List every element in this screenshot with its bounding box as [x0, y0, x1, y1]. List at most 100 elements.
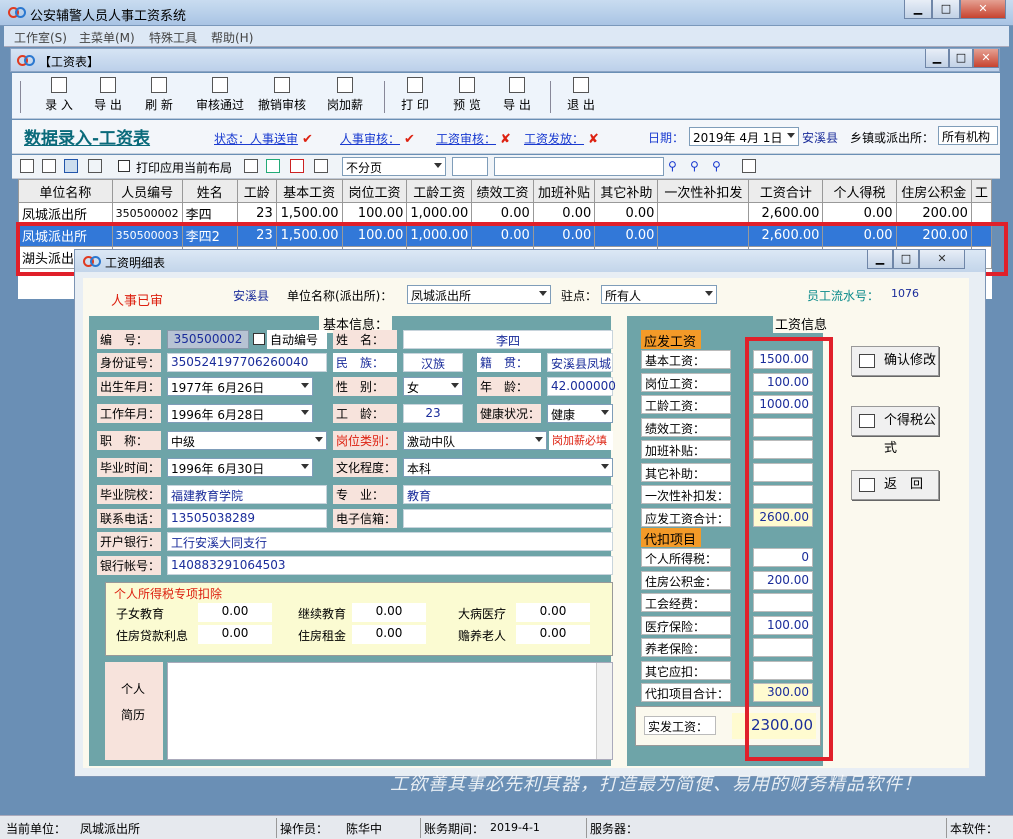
tools-icon[interactable]	[88, 159, 102, 173]
col-seniority-wage[interactable]: 工龄工资	[406, 179, 473, 203]
excel-icon[interactable]	[266, 159, 280, 173]
print-icon[interactable]	[20, 159, 34, 173]
birth-date-picker[interactable]: 1977年 6月26日	[167, 377, 313, 396]
email-field[interactable]	[403, 509, 613, 528]
tax-child-edu-field[interactable]: 0.00	[198, 603, 272, 622]
confirm-edit-button[interactable]: 确认修改	[851, 346, 939, 376]
pay-label: 岗位工资：	[641, 372, 731, 392]
date-picker[interactable]: 2019年 4月 1日	[689, 127, 799, 146]
print-layout-checkbox[interactable]	[118, 160, 130, 172]
mail-icon[interactable]	[314, 159, 328, 173]
major-field[interactable]: 教育	[403, 485, 613, 504]
town-label: 乡镇或派出所：	[850, 131, 935, 145]
resume-scrollbar[interactable]	[596, 663, 612, 759]
menu-workroom[interactable]: 工作室(S)	[14, 29, 67, 46]
col-id[interactable]: 人员编号	[111, 179, 183, 203]
name-field[interactable]: 李四	[403, 330, 613, 349]
col-total[interactable]: 工资合计	[748, 179, 824, 203]
col-housing[interactable]: 住房公积金	[895, 179, 972, 203]
child-minimize-button[interactable]: ▁	[925, 49, 949, 68]
tax-formula-button[interactable]: 个得税公式	[851, 406, 939, 456]
post-raise-button[interactable]: 岗加薪	[320, 77, 370, 113]
preview-icon[interactable]	[42, 159, 56, 173]
export-button-2[interactable]: 导 出	[494, 77, 540, 113]
dialog-minimize-button[interactable]: ▁	[867, 250, 893, 269]
child-maximize-button[interactable]: □	[949, 49, 973, 68]
bank-field[interactable]: 工行安溪大同支行	[167, 532, 613, 551]
col-post[interactable]: 岗位工资	[341, 179, 408, 203]
col-unit[interactable]: 单位名称	[18, 179, 113, 203]
status-unit: 凤城派出所	[80, 822, 141, 836]
child-close-button[interactable]: ✕	[973, 49, 999, 68]
refresh-button[interactable]: 刷 新	[136, 77, 182, 113]
title-select[interactable]: 中级	[167, 431, 327, 450]
search-input[interactable]	[494, 157, 664, 176]
resume-textarea[interactable]	[167, 662, 613, 760]
pay-section-title: 应发工资	[641, 330, 701, 350]
pdf-icon[interactable]	[290, 159, 304, 173]
maximize-button[interactable]: □	[932, 0, 960, 19]
col-basic[interactable]: 基本工资	[275, 179, 343, 203]
preview-button[interactable]: 预 览	[444, 77, 490, 113]
school-field[interactable]: 福建教育学院	[167, 485, 327, 504]
page-number-input[interactable]	[452, 157, 488, 176]
tax-illness-field[interactable]: 0.00	[516, 603, 590, 622]
minimize-button[interactable]: ▁	[904, 0, 932, 19]
account-field[interactable]: 140883291064503	[167, 556, 613, 575]
book-icon[interactable]	[64, 159, 78, 173]
status-wage-pay[interactable]: 工资发放： ✘	[524, 130, 603, 147]
status-hr-submit[interactable]: 状态：人事送审 ✔	[214, 130, 317, 147]
tax-elderly-label: 赡养老人	[458, 629, 507, 643]
ethnic-field[interactable]: 汉族	[403, 353, 463, 372]
auto-id-checkbox[interactable]	[253, 333, 265, 345]
unit-select[interactable]: 凤城派出所	[407, 285, 551, 304]
col-name[interactable]: 姓名	[181, 179, 238, 203]
menu-tools[interactable]: 特殊工具	[149, 29, 197, 46]
menu-main[interactable]: 主菜单(M)	[79, 29, 135, 46]
export-icon[interactable]	[244, 159, 258, 173]
dialog-maximize-button[interactable]: □	[893, 250, 919, 269]
native-field[interactable]: 安溪县凤城	[547, 353, 613, 372]
col-performance[interactable]: 绩效工资	[471, 179, 534, 203]
post-select[interactable]: 激动中队	[403, 431, 547, 450]
phone-field[interactable]: 13505038289	[167, 509, 327, 528]
export-button[interactable]: 导 出	[85, 77, 131, 113]
col-onetime[interactable]: 一次性补扣发	[657, 179, 750, 203]
close-button[interactable]: ✕	[960, 0, 1006, 19]
col-more[interactable]: 工	[970, 179, 992, 203]
tax-rent-field[interactable]: 0.00	[352, 625, 426, 644]
col-tax[interactable]: 个人得税	[822, 179, 897, 203]
idcard-field[interactable]: 350524197706260040	[167, 353, 327, 372]
tax-loan-field[interactable]: 0.00	[198, 625, 272, 644]
grid-settings-icon[interactable]	[742, 159, 756, 173]
status-wage-review[interactable]: 工资审核： ✘	[436, 130, 515, 147]
col-seniority[interactable]: 工龄	[236, 179, 277, 203]
tax-elderly-field[interactable]: 0.00	[516, 625, 590, 644]
return-button[interactable]: 返 回	[851, 470, 939, 500]
station-select[interactable]: 所有人	[601, 285, 717, 304]
age-field[interactable]: 42.000000	[547, 377, 616, 396]
town-select[interactable]: 所有机构	[938, 126, 998, 145]
tax-cont-edu-field[interactable]: 0.00	[352, 603, 426, 622]
find-prev-icon[interactable]: ⚲	[712, 159, 726, 173]
edu-select[interactable]: 本科	[403, 458, 613, 477]
id-field[interactable]: 350500002	[167, 330, 249, 349]
col-overtime[interactable]: 加班补贴	[532, 179, 596, 203]
col-other[interactable]: 其它补助	[594, 179, 659, 203]
status-hr-review[interactable]: 人事审核： ✔	[340, 130, 419, 147]
approve-button[interactable]: 审核通过	[192, 77, 248, 113]
find-next-icon[interactable]: ⚲	[690, 159, 704, 173]
exit-button[interactable]: 退 出	[558, 77, 604, 113]
paging-select[interactable]: 不分页	[342, 157, 446, 176]
sex-select[interactable]: 女	[403, 377, 463, 396]
health-select[interactable]: 健康	[547, 404, 613, 423]
dialog-close-button[interactable]: ✕	[919, 250, 965, 269]
work-date-picker[interactable]: 1996年 6月28日	[167, 404, 313, 423]
add-entry-button[interactable]: 录 入	[36, 77, 82, 113]
grad-date-picker[interactable]: 1996年 6月30日	[167, 458, 313, 477]
print-button[interactable]: 打 印	[392, 77, 438, 113]
seniority-field[interactable]: 23	[403, 404, 463, 423]
revoke-review-button[interactable]: 撤销审核	[254, 77, 310, 113]
menu-help[interactable]: 帮助(H)	[211, 29, 253, 46]
binoculars-icon[interactable]: ⚲	[668, 159, 682, 173]
